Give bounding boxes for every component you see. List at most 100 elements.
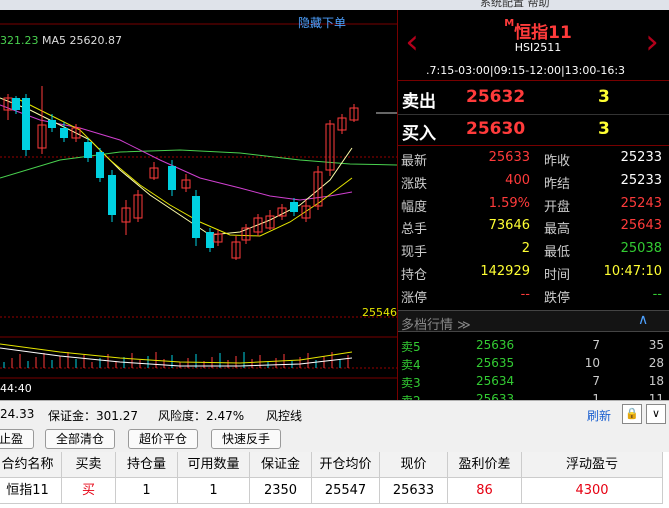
depth-volume: 7 bbox=[592, 374, 600, 388]
candle-body-down bbox=[48, 120, 56, 128]
bid-label: 买入 bbox=[402, 124, 436, 144]
ma-legend: 321.23 MA5 25620.87 bbox=[0, 34, 122, 47]
candle-body-down bbox=[96, 152, 104, 178]
trading-window: 系统配置 帮助 隐藏下单 321.23 MA5 25620.87 25546 4… bbox=[0, 0, 669, 508]
quote-stat-row: 总手 73646 最高 25643 bbox=[398, 215, 669, 238]
column-header[interactable]: 合约名称 bbox=[0, 452, 62, 478]
stat-label: 涨停 bbox=[401, 290, 428, 306]
dropdown-icon[interactable]: ∨ bbox=[646, 404, 666, 424]
column-header[interactable]: 可用数量 bbox=[178, 452, 250, 478]
market-marker: M bbox=[504, 18, 515, 29]
depth-volume: 10 bbox=[584, 356, 600, 370]
table-cell[interactable]: 2350 bbox=[250, 478, 312, 504]
stat-value: 10:47:10 bbox=[603, 264, 662, 279]
ma5-label: MA5 bbox=[42, 34, 67, 47]
quote-stat-row: 幅度 1.59% 开盘 25243 bbox=[398, 193, 669, 216]
ask-price[interactable]: 25632 bbox=[466, 87, 525, 107]
depth-row[interactable]: 卖4 25635 10 28 bbox=[398, 354, 669, 372]
quote-stat-row: 最新 25633 昨收 25233 bbox=[398, 147, 669, 170]
super-price-close-button[interactable]: 超价平仓 bbox=[128, 429, 199, 449]
symbol-name: 恒指11 bbox=[514, 23, 572, 43]
table-cell[interactable]: 25547 bbox=[312, 478, 380, 504]
depth-cumulative: 18 bbox=[648, 374, 664, 388]
take-profit-button[interactable]: 止盈 bbox=[0, 429, 35, 449]
divider bbox=[398, 145, 669, 146]
prev-symbol-icon[interactable]: ‹ bbox=[400, 24, 424, 60]
stat-value: 2 bbox=[521, 241, 530, 257]
quote-panel: ‹ M恒指11 HSI2511 › .7:15-03:00|09:15-12:0… bbox=[397, 10, 669, 408]
depth-price: 25636 bbox=[476, 338, 515, 352]
candle-body-down bbox=[22, 98, 30, 150]
price-level-tag: 25546 bbox=[362, 306, 397, 319]
trading-sessions: .7:15-03:00|09:15-12:00|13:00-16:3 bbox=[426, 64, 626, 77]
kline-chart[interactable]: 隐藏下单 321.23 MA5 25620.87 25546 44:40 bbox=[0, 10, 397, 400]
candle-body-down bbox=[192, 196, 200, 238]
table-cell[interactable]: 买 bbox=[62, 478, 116, 504]
table-cell[interactable]: 1 bbox=[178, 478, 250, 504]
column-header[interactable]: 持仓量 bbox=[116, 452, 178, 478]
table-cell[interactable]: 4300 bbox=[522, 478, 663, 504]
stat-value: 25038 bbox=[620, 241, 662, 257]
stat-label: 昨收 bbox=[544, 154, 571, 169]
ma-value-left: 321.23 bbox=[0, 34, 39, 47]
account-value: 24.33 bbox=[0, 407, 35, 421]
lock-icon[interactable]: 🔒 bbox=[622, 404, 642, 424]
depth-price: 25635 bbox=[476, 356, 515, 370]
stat-value: 25233 bbox=[620, 172, 662, 188]
depth-cumulative: 35 bbox=[648, 338, 664, 352]
stat-value: -- bbox=[652, 286, 662, 302]
column-header[interactable]: 保证金 bbox=[250, 452, 312, 478]
quote-stat-row: 持仓 142929 时间 10:47:10 bbox=[398, 261, 669, 284]
bid-row[interactable]: 买入 25630 3 bbox=[398, 115, 669, 145]
depth-title[interactable]: 多档行情 ≫ bbox=[401, 314, 471, 333]
bid-qty: 3 bbox=[598, 119, 610, 139]
table-cell[interactable]: 1 bbox=[116, 478, 178, 504]
next-symbol-icon[interactable]: › bbox=[640, 24, 664, 60]
stat-label: 开盘 bbox=[544, 199, 571, 215]
bid-price[interactable]: 25630 bbox=[466, 119, 525, 139]
stat-value: 25643 bbox=[620, 218, 662, 234]
stat-label: 涨跌 bbox=[401, 176, 428, 192]
kline-svg bbox=[0, 23, 397, 379]
depth-header[interactable]: 多档行情 ≫ ∧ bbox=[398, 310, 669, 333]
account-bar: 24.33 保证金：301.27 风险度：2.47% 风控线 刷新 🔒 ∨ bbox=[0, 400, 669, 426]
menu-strip: 系统配置 帮助 bbox=[0, 0, 669, 10]
menu-strip-text[interactable]: 系统配置 帮助 bbox=[480, 0, 550, 10]
table-cell[interactable]: 86 bbox=[448, 478, 522, 504]
quote-stat-row: 涨跌 400 昨结 25233 bbox=[398, 170, 669, 193]
column-header[interactable]: 买卖 bbox=[62, 452, 116, 478]
hide-order-link[interactable]: 隐藏下单 bbox=[298, 14, 346, 31]
stat-value: 142929 bbox=[480, 264, 530, 279]
collapse-up-icon[interactable]: ∧ bbox=[638, 312, 648, 328]
quick-reverse-button[interactable]: 快速反手 bbox=[211, 429, 282, 449]
close-all-button[interactable]: 全部清仓 bbox=[45, 429, 116, 449]
table-cell[interactable]: 恒指11 bbox=[0, 478, 62, 504]
stat-label: 持仓 bbox=[401, 268, 428, 283]
ma5-value: 25620.87 bbox=[69, 34, 123, 47]
stat-label: 总手 bbox=[401, 222, 428, 238]
depth-row[interactable]: 卖3 25634 7 18 bbox=[398, 372, 669, 390]
candle-body-down bbox=[290, 202, 298, 212]
depth-price: 25634 bbox=[476, 374, 515, 388]
stat-label: 最低 bbox=[544, 245, 571, 261]
column-header[interactable]: 现价 bbox=[380, 452, 448, 478]
depth-row[interactable]: 卖5 25636 7 35 bbox=[398, 336, 669, 354]
depth-volume: 7 bbox=[592, 338, 600, 352]
column-header[interactable]: 浮动盈亏 bbox=[522, 452, 663, 478]
depth-label: 卖5 bbox=[401, 340, 421, 354]
column-header[interactable]: 开仓均价 bbox=[312, 452, 380, 478]
ask-row[interactable]: 卖出 25632 3 bbox=[398, 83, 669, 113]
refresh-link[interactable]: 刷新 bbox=[587, 407, 611, 424]
table-cell[interactable]: 25633 bbox=[380, 478, 448, 504]
riskline-text: 风控线 bbox=[266, 409, 303, 423]
stat-value: 25233 bbox=[620, 150, 662, 165]
symbol-title: M恒指11 bbox=[488, 18, 588, 43]
cursor-time-tag: 44:40 bbox=[0, 382, 32, 395]
column-header[interactable]: 盈利价差 bbox=[448, 452, 522, 478]
candle-body-down bbox=[168, 166, 176, 190]
candle-body-down bbox=[108, 175, 116, 215]
stat-label: 跌停 bbox=[544, 290, 571, 306]
divider bbox=[398, 80, 669, 81]
symbol-code: HSI2511 bbox=[514, 41, 562, 54]
volume-ma-line bbox=[0, 343, 353, 364]
